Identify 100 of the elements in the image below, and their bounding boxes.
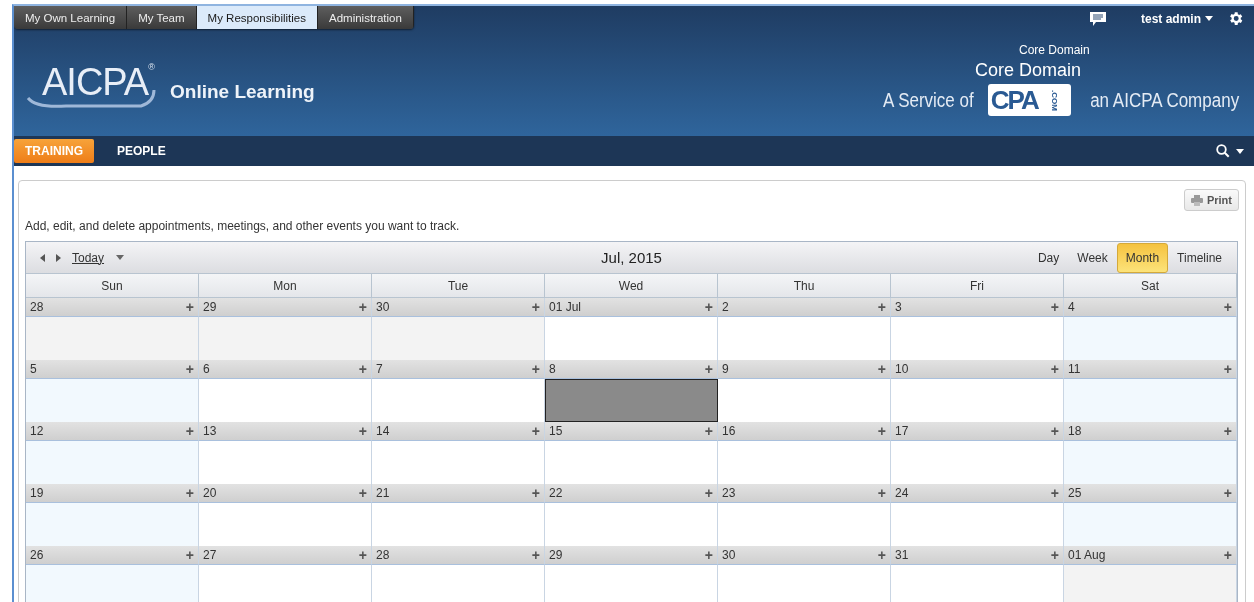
add-event-button[interactable]: + xyxy=(1050,361,1059,377)
add-event-button[interactable]: + xyxy=(185,547,194,563)
add-event-button[interactable]: + xyxy=(1050,299,1059,315)
date-label: 7 xyxy=(376,362,383,376)
product-name: Online Learning xyxy=(170,81,315,103)
today-link[interactable]: Today xyxy=(72,250,105,265)
add-event-button[interactable]: + xyxy=(531,361,540,377)
user-menu[interactable]: test admin xyxy=(1141,11,1213,26)
add-event-button[interactable]: + xyxy=(185,361,194,377)
weekday-header: Wed xyxy=(545,274,718,298)
weekday-header: Tue xyxy=(372,274,545,298)
date-label: 3 xyxy=(895,300,902,314)
add-event-button[interactable]: + xyxy=(704,547,713,563)
print-button[interactable]: Print xyxy=(1183,189,1239,211)
date-label: 30 xyxy=(376,300,390,314)
add-event-button[interactable]: + xyxy=(531,299,540,315)
date-label: 14 xyxy=(376,424,390,438)
date-label: 4 xyxy=(1068,300,1075,314)
add-event-button[interactable]: + xyxy=(358,423,367,439)
date-label: 18 xyxy=(1068,424,1082,438)
partner-text: an AICPA Company xyxy=(1089,88,1239,112)
date-label: 30 xyxy=(722,548,736,562)
printer-icon xyxy=(1190,194,1203,206)
partner-text: A Service of xyxy=(883,88,974,112)
view-tab[interactable]: Week xyxy=(1068,242,1117,273)
add-event-button[interactable]: + xyxy=(704,361,713,377)
add-event-button[interactable]: + xyxy=(877,299,886,315)
caret-icon xyxy=(1205,16,1213,21)
description-text: Add, edit, and delete appointments, meetings, and other events you want to track. xyxy=(25,219,461,233)
date-label: 21 xyxy=(376,486,390,500)
date-label: 10 xyxy=(895,362,909,376)
brand-logo: AICPA® xyxy=(26,62,158,112)
add-event-button[interactable]: + xyxy=(704,423,713,439)
view-tab[interactable]: Timeline xyxy=(1168,242,1231,273)
date-label: 25 xyxy=(1068,486,1082,500)
add-event-button[interactable]: + xyxy=(1223,485,1232,501)
date-label: 27 xyxy=(203,548,217,562)
date-label: 31 xyxy=(895,548,909,562)
add-event-button[interactable]: + xyxy=(877,547,886,563)
day-cell[interactable] xyxy=(545,379,718,422)
chat-icon[interactable] xyxy=(1089,10,1107,27)
add-event-button[interactable]: + xyxy=(1050,485,1059,501)
add-event-button[interactable]: + xyxy=(704,485,713,501)
weekday-header: Mon xyxy=(199,274,372,298)
add-event-button[interactable]: + xyxy=(358,299,367,315)
add-event-button[interactable]: + xyxy=(1050,547,1059,563)
add-event-button[interactable]: + xyxy=(1223,299,1232,315)
add-event-button[interactable]: + xyxy=(531,485,540,501)
date-label: 12 xyxy=(30,424,44,438)
date-label: 28 xyxy=(376,548,390,562)
add-event-button[interactable]: + xyxy=(358,361,367,377)
date-label: 01 Jul xyxy=(549,300,582,314)
weekday-header: Sat xyxy=(1064,274,1237,298)
date-label: 15 xyxy=(549,424,563,438)
settings-icon[interactable] xyxy=(1227,10,1244,27)
top-tab[interactable]: My Responsibilities xyxy=(196,6,318,29)
add-event-button[interactable]: + xyxy=(358,485,367,501)
date-label: 19 xyxy=(30,486,44,500)
nav-tab[interactable]: PEOPLE xyxy=(106,139,177,163)
add-event-button[interactable]: + xyxy=(1050,423,1059,439)
date-label: 01 Aug xyxy=(1068,548,1106,562)
caret-icon xyxy=(1236,148,1244,154)
add-event-button[interactable]: + xyxy=(531,423,540,439)
add-event-button[interactable]: + xyxy=(358,547,367,563)
top-tab[interactable]: My Own Learning xyxy=(14,6,128,29)
add-event-button[interactable]: + xyxy=(877,361,886,377)
dropdown-icon[interactable] xyxy=(116,255,125,260)
add-event-button[interactable]: + xyxy=(185,423,194,439)
date-label: 29 xyxy=(549,548,563,562)
view-tab[interactable]: Month xyxy=(1116,242,1169,273)
date-label: 23 xyxy=(722,486,736,500)
top-tab[interactable]: My Team xyxy=(127,6,197,29)
date-label: 16 xyxy=(722,424,736,438)
weekday-header: Sun xyxy=(26,274,199,298)
add-event-button[interactable]: + xyxy=(704,299,713,315)
add-event-button[interactable]: + xyxy=(185,485,194,501)
top-tab[interactable]: Administration xyxy=(318,6,414,29)
date-label: 5 xyxy=(30,362,37,376)
date-label: 29 xyxy=(203,300,217,314)
date-label: 20 xyxy=(203,486,217,500)
date-label: 13 xyxy=(203,424,217,438)
weekday-header: Fri xyxy=(891,274,1064,298)
add-event-button[interactable]: + xyxy=(185,299,194,315)
add-event-button[interactable]: + xyxy=(1223,423,1232,439)
date-label: 26 xyxy=(30,548,44,562)
view-tab[interactable]: Day xyxy=(1028,242,1069,273)
add-event-button[interactable]: + xyxy=(877,485,886,501)
date-label: 2 xyxy=(722,300,729,314)
search-icon[interactable] xyxy=(1216,144,1230,158)
date-label: 9 xyxy=(722,362,729,376)
add-event-button[interactable]: + xyxy=(877,423,886,439)
date-label: 6 xyxy=(203,362,210,376)
add-event-button[interactable]: + xyxy=(1223,547,1232,563)
date-label: 22 xyxy=(549,486,563,500)
date-label: 17 xyxy=(895,424,909,438)
add-event-button[interactable]: + xyxy=(1223,361,1232,377)
add-event-button[interactable]: + xyxy=(531,547,540,563)
date-label: 11 xyxy=(1068,362,1081,376)
date-label: 28 xyxy=(30,300,44,314)
date-label: 24 xyxy=(895,486,909,500)
